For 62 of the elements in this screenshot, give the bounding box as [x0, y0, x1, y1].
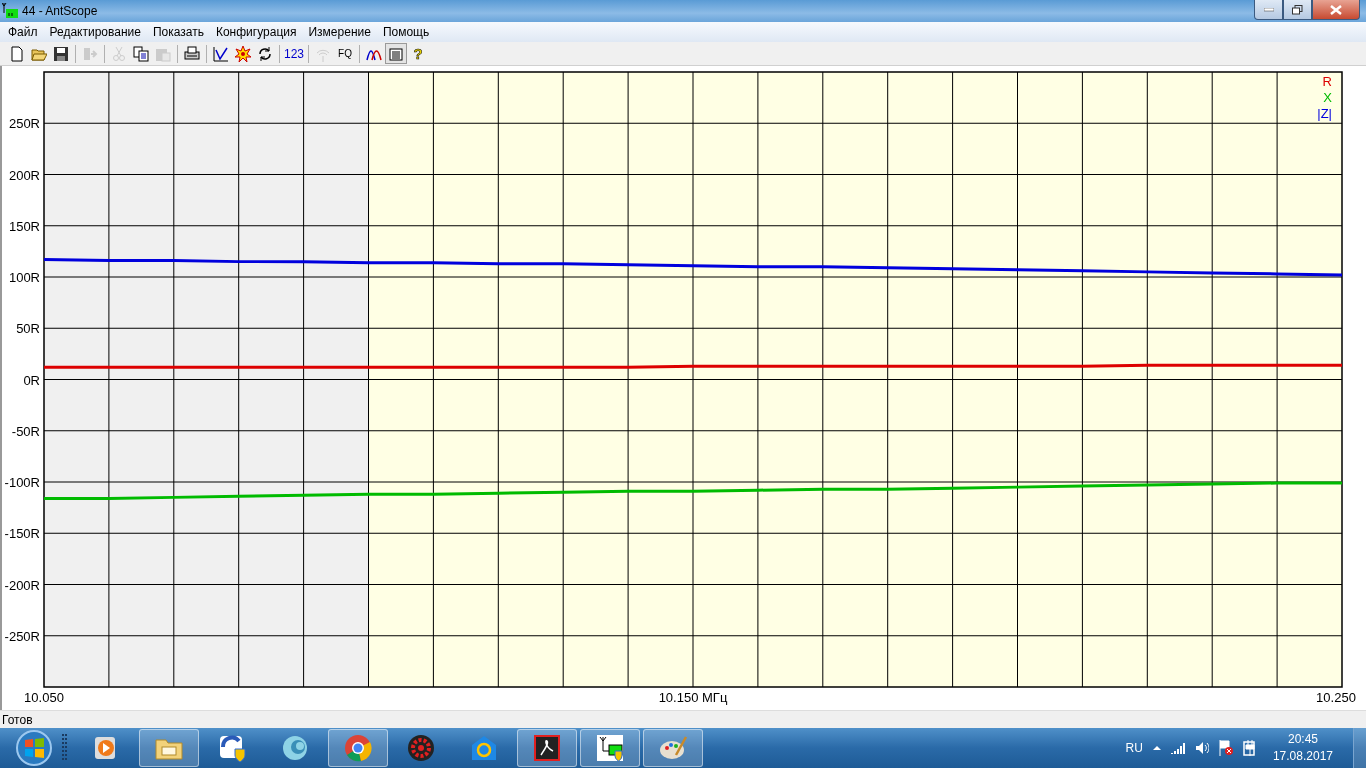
y-axis-label: -200R	[4, 577, 40, 593]
clock-time[interactable]: 20:45	[1287, 731, 1318, 748]
copy-icon	[133, 45, 149, 62]
app-icon	[2, 3, 18, 19]
scissors-icon	[111, 45, 127, 62]
gear-icon	[406, 733, 436, 763]
close-icon	[1330, 4, 1342, 15]
printer-icon	[184, 45, 200, 62]
mail-icon	[469, 733, 499, 763]
clock-date[interactable]: 17.08.2017	[1272, 748, 1333, 765]
x-axis-label: 10.150 МГц	[658, 690, 728, 705]
y-axis-label: 100R	[8, 270, 40, 285]
language-indicator[interactable]: RU	[1125, 741, 1143, 755]
taskbar-app[interactable]	[517, 729, 577, 767]
refresh-icon	[257, 45, 273, 62]
antenna-app-icon	[595, 733, 625, 763]
y-axis-label: -50R	[11, 423, 40, 439]
close-button[interactable]	[1312, 0, 1360, 20]
flag-icon[interactable]	[1218, 740, 1233, 756]
status-text: Готов	[2, 712, 33, 727]
toolbar-button[interactable]	[130, 43, 152, 64]
restore-button[interactable]	[1283, 0, 1312, 20]
toolbar-button[interactable]: FQ	[334, 43, 356, 64]
legend-label: |Z|	[1317, 106, 1332, 121]
pdf-icon	[532, 733, 562, 763]
menu-item[interactable]: Показать	[146, 25, 210, 39]
window-title: 44 - AntScope	[22, 4, 98, 18]
shield-app-icon	[217, 733, 247, 763]
y-axis-label: -250R	[4, 628, 40, 644]
menu-item[interactable]: Измерение	[302, 25, 377, 39]
menu-item[interactable]: Редактирование	[43, 25, 147, 39]
y-axis-label: 150R	[8, 218, 40, 234]
y-axis-label: -100R	[4, 475, 40, 490]
menu-item[interactable]: Конфигурация	[209, 25, 303, 39]
minimize-button[interactable]	[1254, 0, 1283, 20]
swirl-icon	[280, 733, 310, 763]
y-axis-label: 200R	[8, 167, 40, 183]
y-axis-label: 50R	[16, 321, 40, 337]
browser-icon	[343, 733, 373, 763]
tray-expand-icon[interactable]	[1152, 745, 1161, 751]
graph-icon	[213, 45, 229, 62]
x-axis-label: 10.250	[1316, 690, 1356, 705]
power-plug-icon[interactable]	[1242, 740, 1257, 756]
menu-item[interactable]: Помощь	[376, 25, 436, 39]
toolbar-button[interactable]: 123	[283, 43, 305, 64]
start-button[interactable]	[14, 728, 54, 768]
y-axis-label: 250R	[8, 116, 40, 132]
burst-icon	[235, 45, 251, 62]
minimize-icon	[1263, 7, 1274, 12]
signal-icon[interactable]	[1170, 742, 1185, 754]
speaker-icon[interactable]	[1194, 741, 1209, 755]
x-axis-label: 10.050	[24, 690, 64, 705]
legend-label: R	[1322, 74, 1332, 89]
restore-icon	[1292, 4, 1303, 15]
legend-label: X	[1323, 90, 1332, 105]
grip-icon	[62, 733, 68, 763]
y-axis-label: 0R	[23, 372, 40, 388]
new-file-icon	[9, 45, 25, 62]
menu-item[interactable]: Файл	[2, 25, 44, 39]
export-icon	[82, 45, 98, 62]
taskbar-app[interactable]	[580, 729, 640, 767]
y-axis-label: -150R	[4, 526, 40, 542]
